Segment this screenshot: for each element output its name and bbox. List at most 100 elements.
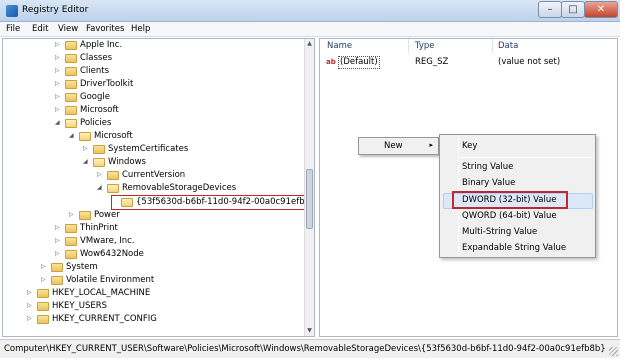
tree-node-label: CurrentVersion [122, 170, 186, 180]
folder-icon [65, 93, 77, 102]
minimize-button[interactable]: – [538, 1, 562, 18]
expand-icon[interactable]: ▷ [55, 66, 63, 76]
collapse-icon[interactable]: ◢ [83, 157, 91, 167]
menu-item-expandable-string-value[interactable]: Expandable String Value [462, 243, 566, 253]
tree-node-label: SystemCertificates [108, 144, 189, 154]
selected-key-highlight [111, 195, 307, 210]
menu-edit[interactable]: Edit [32, 24, 48, 34]
folder-icon [65, 54, 77, 63]
expand-icon[interactable]: ▷ [55, 79, 63, 89]
tree-node-label: VMware, Inc. [80, 236, 135, 246]
menu-item-string-value[interactable]: String Value [462, 162, 513, 172]
tree-node-label: System [66, 262, 98, 272]
expand-icon[interactable]: ▷ [55, 92, 63, 102]
expand-icon[interactable]: ▷ [55, 236, 63, 246]
expand-icon[interactable]: ▷ [27, 288, 35, 298]
expand-icon[interactable]: ▷ [83, 144, 91, 154]
submenu-arrow-icon: ▸ [429, 141, 433, 149]
folder-open-icon [93, 158, 105, 167]
registry-tree: ▷ Apple Inc. ▷ Classes ▷ Clients ▷ Drive… [2, 38, 315, 337]
column-header-name[interactable]: Name [327, 41, 352, 51]
folder-icon [37, 315, 49, 324]
tree-node-label: ThinPrint [80, 223, 118, 233]
expand-icon[interactable]: ▷ [55, 105, 63, 115]
tree-node-label: RemovableStorageDevices [122, 183, 237, 193]
tree-node-label: Volatile Environment [66, 275, 155, 285]
value-type: REG_SZ [415, 57, 449, 67]
value-row-default[interactable]: ab (Default) REG_SZ (value not set) [324, 56, 614, 69]
value-name: (Default) [338, 56, 380, 69]
menu-item-qword-value[interactable]: QWORD (64-bit) Value [462, 211, 557, 221]
window-title: Registry Editor [22, 5, 89, 15]
value-data: (value not set) [498, 57, 561, 67]
folder-icon [65, 80, 77, 89]
tree-node-label: HKEY_CURRENT_CONFIG [52, 314, 157, 324]
column-separator[interactable] [492, 39, 493, 53]
folder-icon [65, 41, 77, 50]
status-bar: Computer\HKEY_CURRENT_USER\Software\Poli… [0, 339, 620, 358]
tree-scrollbar[interactable]: ▲ ▼ [304, 39, 314, 336]
registry-editor-icon [6, 5, 18, 17]
menu-item-key[interactable]: Key [462, 141, 477, 151]
folder-icon [65, 237, 77, 246]
tree-node-label: Google [80, 92, 110, 102]
expand-icon[interactable]: ▷ [55, 223, 63, 233]
expand-icon[interactable]: ▷ [41, 275, 49, 285]
tree-node-label: Classes [80, 53, 113, 63]
resize-grip-icon[interactable] [609, 347, 618, 356]
tree-node-label: Microsoft [80, 105, 119, 115]
column-header-type[interactable]: Type [415, 41, 435, 51]
scroll-up-arrow-icon[interactable]: ▲ [306, 40, 313, 48]
context-menu-new[interactable]: New ▸ [358, 137, 439, 155]
expand-icon[interactable]: ▷ [97, 170, 105, 180]
menu-separator [461, 157, 593, 158]
tree-node-label: Clients [80, 66, 110, 76]
folder-icon [65, 67, 77, 76]
menu-file[interactable]: File [6, 24, 20, 34]
folder-icon [65, 106, 77, 115]
tree-node-label: Windows [108, 157, 146, 167]
collapse-icon[interactable]: ◢ [69, 131, 77, 141]
title-bar: Registry Editor – □ ✕ [0, 0, 620, 22]
tree-node-label: Wow6432Node [80, 249, 144, 259]
menu-view[interactable]: View [58, 24, 78, 34]
expand-icon[interactable]: ▷ [27, 314, 35, 324]
expand-icon[interactable]: ▷ [41, 262, 49, 272]
tree-node-label: Policies [80, 118, 112, 128]
folder-icon [51, 276, 63, 285]
expand-icon[interactable]: ▷ [55, 53, 63, 63]
expand-icon[interactable]: ▷ [69, 210, 77, 220]
folder-open-icon [65, 119, 77, 128]
string-value-icon: ab [326, 58, 336, 66]
expand-icon[interactable]: ▷ [27, 301, 35, 311]
folder-icon [37, 289, 49, 298]
collapse-icon[interactable]: ◢ [97, 183, 105, 193]
close-button[interactable]: ✕ [584, 1, 618, 18]
column-header-data[interactable]: Data [498, 41, 518, 51]
tree-node-label: Apple Inc. [80, 40, 123, 50]
expand-icon[interactable]: ▷ [55, 40, 63, 50]
status-path: Computer\HKEY_CURRENT_USER\Software\Poli… [4, 344, 606, 354]
folder-open-icon [107, 184, 119, 193]
column-separator[interactable] [408, 39, 409, 53]
folder-icon [37, 302, 49, 311]
collapse-icon[interactable]: ◢ [55, 118, 63, 128]
tree-node-label: HKEY_USERS [52, 301, 108, 311]
menu-favorites[interactable]: Favorites [86, 24, 124, 34]
folder-open-icon [79, 132, 91, 141]
scroll-down-arrow-icon[interactable]: ▼ [306, 327, 313, 335]
maximize-button[interactable]: □ [561, 1, 585, 18]
menu-bar: File Edit View Favorites Help [0, 22, 620, 37]
tree-node-label: HKEY_LOCAL_MACHINE [52, 288, 151, 298]
tree-node-label: DriverToolkit [80, 79, 134, 89]
menu-item-binary-value[interactable]: Binary Value [462, 178, 515, 188]
scrollbar-thumb[interactable] [306, 169, 313, 229]
folder-icon [65, 250, 77, 259]
folder-icon [51, 263, 63, 272]
menu-help[interactable]: Help [131, 24, 150, 34]
folder-icon [107, 171, 119, 180]
expand-icon[interactable]: ▷ [55, 249, 63, 259]
menu-item-multi-string-value[interactable]: Multi-String Value [462, 227, 537, 237]
folder-icon [79, 211, 91, 220]
new-submenu: Key String Value Binary Value DWORD (32-… [439, 134, 596, 258]
